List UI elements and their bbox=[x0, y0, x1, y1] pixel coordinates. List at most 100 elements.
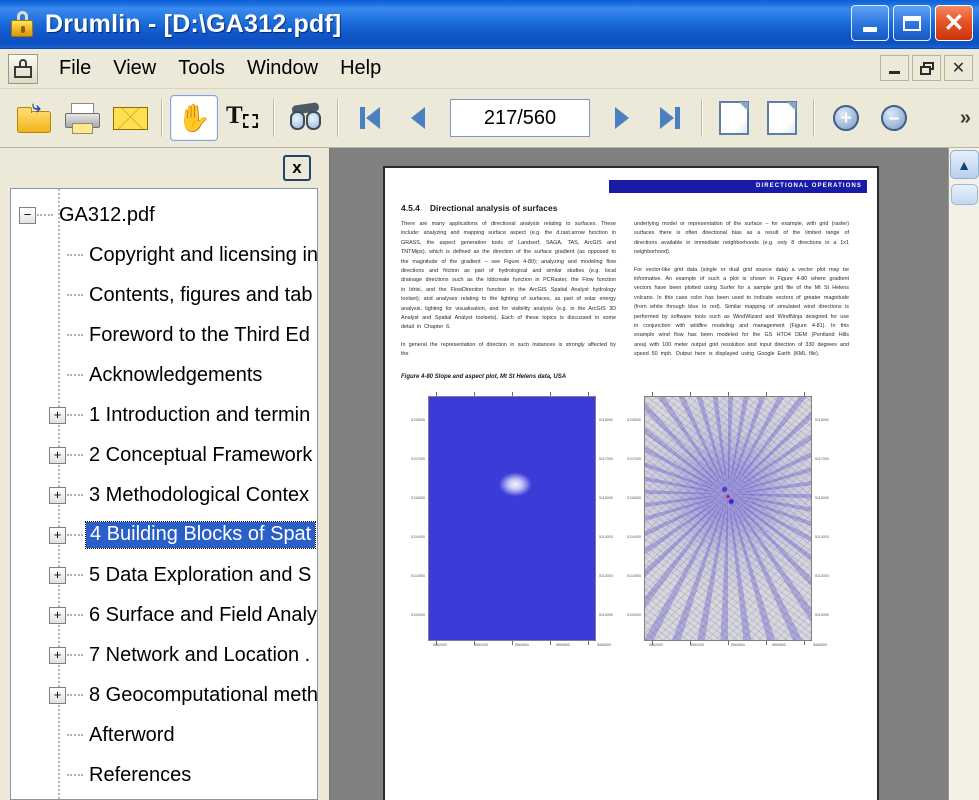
menu-item-window[interactable]: Window bbox=[236, 54, 329, 83]
bottom-axis-labels: 5562000 5563100 5564500 5565800 5566500 bbox=[631, 642, 827, 652]
bookmark-item[interactable]: Acknowledgements bbox=[11, 355, 317, 395]
tree-connector bbox=[67, 253, 83, 257]
first-page-button[interactable] bbox=[346, 95, 394, 141]
bookmark-root-item[interactable]: − GA312.pdf bbox=[11, 195, 317, 235]
padlock-icon bbox=[8, 9, 36, 39]
bookmark-item[interactable]: Copyright and licensing in bbox=[11, 235, 317, 275]
next-page-icon bbox=[615, 107, 629, 129]
expand-node-button[interactable]: + bbox=[49, 606, 66, 624]
vertical-scrollbar[interactable]: ▲ bbox=[948, 148, 979, 800]
bookmark-item[interactable]: +3 Methodological Contex bbox=[11, 475, 317, 515]
axis-tick-label: 5563100 bbox=[474, 642, 488, 647]
expand-node-button[interactable]: + bbox=[49, 686, 66, 704]
facing-page-icon bbox=[767, 101, 797, 135]
toolbar-overflow-button[interactable]: » bbox=[960, 107, 971, 130]
bookmark-item[interactable]: +6 Surface and Field Analy bbox=[11, 595, 317, 635]
document-viewport[interactable]: DIRECTIONAL OPERATIONS 4.5.4 Directional … bbox=[331, 148, 948, 800]
aspect-plot-figure: 5118000 5117000 5116000 5114000 5113000 51100… bbox=[617, 388, 829, 650]
bookmark-item[interactable]: Afterword bbox=[11, 715, 317, 755]
paragraph: In general the representation of directi… bbox=[401, 341, 616, 358]
bookmark-label: 3 Methodological Contex bbox=[89, 483, 310, 506]
axis-tick-label: 5566500 bbox=[813, 642, 827, 647]
page-number-field[interactable]: 217/560 bbox=[450, 99, 590, 137]
bookmark-label: References bbox=[89, 763, 192, 786]
axis-tick-label: 5114000 bbox=[599, 534, 613, 539]
print-button[interactable] bbox=[58, 95, 106, 141]
toolbar-separator bbox=[337, 99, 339, 137]
scroll-up-button[interactable]: ▲ bbox=[949, 150, 979, 179]
mdi-close-button[interactable]: ✕ bbox=[944, 55, 973, 81]
bookmark-item[interactable]: CATMOG Guides bbox=[11, 795, 317, 799]
axis-tick-label: 5116000 bbox=[815, 495, 829, 500]
document-lock-icon bbox=[8, 53, 38, 84]
previous-page-button[interactable] bbox=[394, 95, 442, 141]
single-page-view-button[interactable] bbox=[710, 95, 758, 141]
menu-item-file[interactable]: File bbox=[48, 54, 102, 83]
bookmark-item[interactable]: +7 Network and Location . bbox=[11, 635, 317, 675]
toolbar-separator bbox=[813, 99, 815, 137]
next-page-button[interactable] bbox=[598, 95, 646, 141]
menu-item-view[interactable]: View bbox=[102, 54, 167, 83]
bookmark-item[interactable]: Contents, figures and tab bbox=[11, 275, 317, 315]
bookmark-item[interactable]: +2 Conceptual Framework bbox=[11, 435, 317, 475]
zoom-in-button[interactable]: + bbox=[822, 95, 870, 141]
aspect-plot-image bbox=[645, 396, 811, 640]
maximize-button[interactable] bbox=[893, 5, 931, 41]
bookmark-tree[interactable]: − GA312.pdf Copyright and licensing in Cont… bbox=[10, 188, 318, 800]
expand-node-button[interactable]: + bbox=[49, 646, 66, 664]
axis-tick-label: 5565800 bbox=[556, 642, 570, 647]
text-select-button[interactable]: T bbox=[218, 95, 266, 141]
facing-page-view-button[interactable] bbox=[758, 95, 806, 141]
sidebar-close-button[interactable]: x bbox=[283, 155, 311, 181]
mdi-restore-button[interactable] bbox=[912, 55, 941, 81]
mdi-child-controls: ✕ bbox=[880, 55, 973, 81]
slope-plot-image bbox=[429, 396, 595, 640]
paragraph: There are many applications of direction… bbox=[401, 221, 616, 331]
email-button[interactable] bbox=[106, 95, 154, 141]
open-file-button[interactable]: ⤷ bbox=[10, 95, 58, 141]
envelope-icon bbox=[111, 101, 149, 135]
bookmark-item[interactable]: +1 Introduction and termin bbox=[11, 395, 317, 435]
expand-node-button[interactable]: + bbox=[49, 446, 66, 464]
running-header: DIRECTIONAL OPERATIONS bbox=[609, 180, 867, 193]
axis-tick-label: 5117000 bbox=[599, 456, 613, 461]
bookmark-label: Copyright and licensing in bbox=[89, 243, 318, 266]
first-page-icon bbox=[360, 107, 380, 129]
collapse-node-button[interactable]: − bbox=[19, 206, 36, 224]
sidebar-header: x bbox=[0, 148, 329, 188]
mdi-minimize-button[interactable] bbox=[880, 55, 909, 81]
last-page-icon bbox=[660, 107, 680, 129]
bookmark-item[interactable]: Foreword to the Third Ed bbox=[11, 315, 317, 355]
tree-connector bbox=[67, 573, 83, 577]
expand-node-button[interactable]: + bbox=[49, 566, 66, 584]
axis-tick-label: 5565800 bbox=[772, 642, 786, 647]
minimize-button[interactable] bbox=[851, 5, 889, 41]
bookmark-item[interactable]: References bbox=[11, 755, 317, 795]
binoculars-search-icon bbox=[287, 101, 325, 135]
last-page-button[interactable] bbox=[646, 95, 694, 141]
figure-caption: Figure 4-80 Slope and aspect plot, Mt St… bbox=[401, 373, 567, 380]
axis-tick-label: 5564500 bbox=[731, 642, 745, 647]
expand-node-button[interactable]: + bbox=[49, 406, 66, 424]
bookmark-item[interactable]: +4 Building Blocks of Spat bbox=[11, 515, 317, 555]
bookmark-label: 7 Network and Location . bbox=[89, 643, 311, 666]
expand-node-button[interactable]: + bbox=[49, 526, 66, 544]
bookmark-item[interactable]: +8 Geocomputational meth bbox=[11, 675, 317, 715]
bookmark-label: Afterword bbox=[89, 723, 175, 746]
main-toolbar: ⤷ ✋ T 217/560 + – » bbox=[0, 89, 979, 148]
close-button[interactable]: ✕ bbox=[935, 5, 973, 41]
search-button[interactable] bbox=[282, 95, 330, 141]
zoom-out-button[interactable]: – bbox=[870, 95, 918, 141]
scrollbar-thumb[interactable] bbox=[950, 184, 978, 205]
bookmarks-sidebar: x − GA312.pdf Copyright and licensing in Co… bbox=[0, 148, 330, 800]
menu-item-tools[interactable]: Tools bbox=[167, 54, 236, 83]
bookmark-item[interactable]: +5 Data Exploration and S bbox=[11, 555, 317, 595]
expand-node-button[interactable]: + bbox=[49, 486, 66, 504]
window-controls: ✕ bbox=[851, 5, 973, 41]
hand-tool-button[interactable]: ✋ bbox=[170, 95, 218, 141]
previous-page-icon bbox=[411, 107, 425, 129]
axis-tick-label: 5114000 bbox=[411, 534, 425, 539]
axis-tick-label: 5110000 bbox=[627, 612, 641, 617]
printer-icon bbox=[63, 101, 101, 135]
menu-item-help[interactable]: Help bbox=[329, 54, 392, 83]
